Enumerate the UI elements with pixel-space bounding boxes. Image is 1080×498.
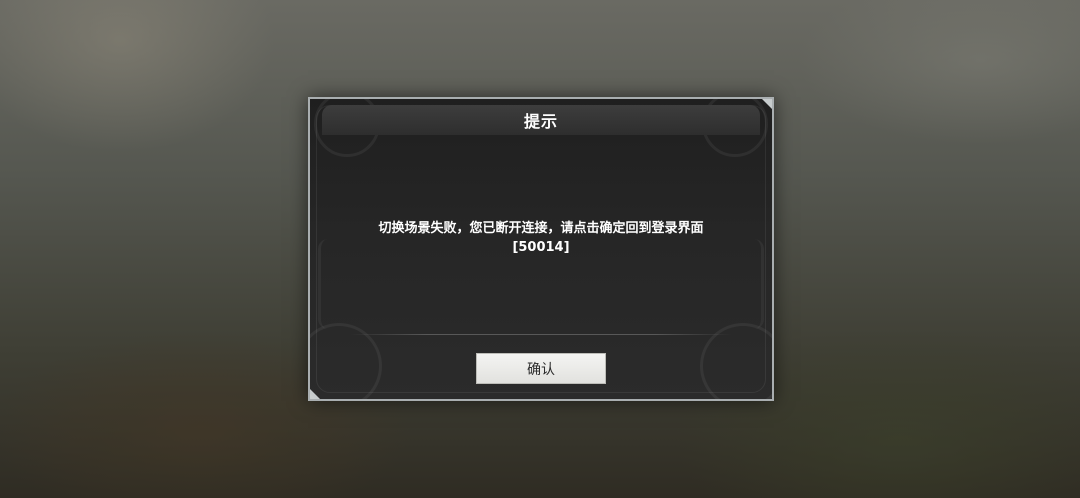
- divider: [350, 334, 732, 335]
- confirm-button[interactable]: 确认: [476, 353, 606, 384]
- alert-dialog: 提示 切换场景失败，您已断开连接，请点击确定回到登录界面 [50014] 确认: [308, 97, 774, 401]
- message-text: 切换场景失败，您已断开连接，请点击确定回到登录界面: [378, 221, 704, 236]
- dialog-message: 切换场景失败，您已断开连接，请点击确定回到登录界面 [50014]: [330, 219, 752, 257]
- dialog-title: 提示: [523, 112, 558, 131]
- confirm-button-label: 确认: [527, 361, 555, 378]
- dialog-title-bar: 提示: [322, 105, 760, 135]
- error-code: [50014]: [512, 240, 570, 255]
